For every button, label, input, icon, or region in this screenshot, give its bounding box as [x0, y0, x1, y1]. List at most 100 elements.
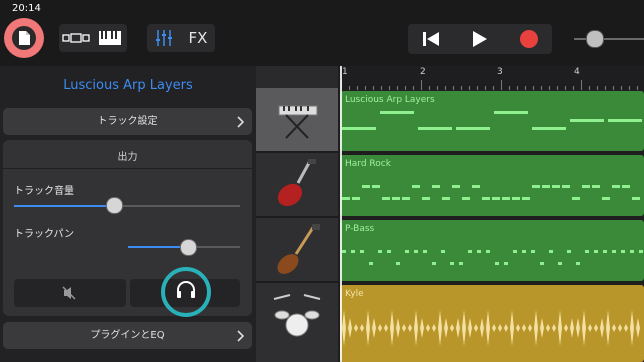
- midi-note: [477, 250, 481, 253]
- midi-note: [558, 262, 562, 265]
- master-volume-knob[interactable]: [586, 30, 604, 48]
- midi-region[interactable]: Hard Rock: [340, 155, 644, 216]
- track-volume-fill: [14, 205, 114, 207]
- midi-note: [567, 250, 571, 253]
- track-header-keyboard[interactable]: [256, 88, 338, 153]
- midi-note: [459, 262, 463, 265]
- midi-note: [378, 250, 382, 253]
- chevron-right-icon: [237, 116, 244, 128]
- midi-note: [630, 250, 634, 253]
- midi-note: [594, 250, 598, 253]
- midi-note: [632, 197, 640, 200]
- midi-note: [639, 250, 643, 253]
- midi-note: [532, 185, 540, 188]
- master-volume-slider[interactable]: [574, 38, 644, 40]
- midi-note: [585, 250, 589, 253]
- bar-number: 2: [420, 67, 426, 77]
- midi-note: [582, 185, 590, 188]
- midi-note: [405, 250, 409, 253]
- midi-note: [549, 250, 553, 253]
- output-section-title: 出力: [117, 152, 138, 163]
- keyboard-icon: [99, 31, 121, 45]
- bar-number: 1: [342, 67, 348, 77]
- midi-note: [423, 250, 427, 253]
- midi-note: [495, 262, 499, 265]
- midi-region[interactable]: P-Bass: [340, 220, 644, 281]
- tracks-view-button[interactable]: [59, 24, 93, 52]
- midi-note: [592, 185, 600, 188]
- midi-note: [540, 262, 544, 265]
- chevron-right-icon: [237, 330, 244, 342]
- midi-note: [414, 250, 418, 253]
- track-name-title: Luscious Arp Layers: [63, 78, 193, 93]
- track-volume-knob[interactable]: [106, 197, 123, 214]
- track-controls-button[interactable]: [147, 24, 181, 52]
- midi-note: [612, 185, 620, 188]
- timeline-ruler[interactable]: 1 2 3 4: [338, 66, 644, 90]
- midi-note: [441, 250, 445, 253]
- midi-note: [492, 197, 500, 200]
- track-header-drums[interactable]: [256, 283, 338, 362]
- highlight-ring: [161, 267, 211, 317]
- region-name: Luscious Arp Layers: [345, 95, 435, 105]
- midi-note: [442, 197, 450, 200]
- track-volume-label: トラック音量: [14, 186, 74, 197]
- midi-region[interactable]: Luscious Arp Layers: [340, 91, 644, 151]
- playhead[interactable]: [340, 66, 342, 362]
- midi-note: [369, 262, 373, 265]
- record-icon: [520, 30, 538, 48]
- midi-note: [392, 197, 400, 200]
- mute-button[interactable]: [14, 279, 126, 307]
- midi-note: [532, 127, 566, 130]
- drum-waveform: [342, 310, 640, 346]
- midi-note: [504, 262, 508, 265]
- drum-kit-icon: [273, 294, 321, 337]
- midi-note: [387, 250, 391, 253]
- my-songs-button[interactable]: [4, 18, 44, 58]
- play-icon: [473, 31, 487, 47]
- plugins-eq-label: プラグインとEQ: [90, 330, 165, 341]
- tracks-view-icon: [62, 33, 90, 43]
- midi-note: [362, 185, 370, 188]
- track-settings-button[interactable]: トラック設定: [3, 108, 252, 135]
- midi-note: [468, 250, 472, 253]
- midi-note: [396, 262, 400, 265]
- midi-note: [422, 197, 430, 200]
- midi-note: [542, 185, 550, 188]
- play-button[interactable]: [456, 24, 502, 54]
- drummer-region[interactable]: Kyle: [340, 285, 644, 362]
- midi-note: [576, 262, 580, 265]
- record-button[interactable]: [506, 24, 552, 54]
- track-settings-label: トラック設定: [97, 116, 158, 127]
- track-header-guitar[interactable]: [256, 153, 338, 218]
- bar-number: 4: [574, 67, 580, 77]
- midi-note: [452, 185, 460, 188]
- region-name: Kyle: [345, 289, 364, 299]
- midi-note: [402, 197, 410, 200]
- midi-note: [412, 185, 420, 188]
- track-header-bass[interactable]: [256, 218, 338, 283]
- go-to-beginning-button[interactable]: [408, 24, 454, 54]
- document-icon: [12, 26, 36, 50]
- midi-note: [612, 250, 616, 253]
- region-name: P-Bass: [345, 224, 375, 234]
- midi-note: [621, 250, 625, 253]
- midi-note: [450, 262, 454, 265]
- skip-back-icon: [423, 32, 439, 46]
- plugins-eq-button[interactable]: プラグインとEQ: [3, 322, 252, 349]
- midi-note: [418, 127, 452, 130]
- midi-note: [562, 185, 570, 188]
- mute-speaker-icon: [62, 286, 76, 300]
- midi-note: [494, 111, 528, 114]
- bass-guitar-icon: [277, 224, 320, 274]
- midi-note: [603, 250, 607, 253]
- keyboard-icon: [278, 105, 318, 139]
- midi-note: [622, 185, 630, 188]
- fx-button[interactable]: FX: [181, 24, 215, 52]
- track-pan-knob[interactable]: [180, 239, 197, 256]
- midi-note: [531, 250, 535, 253]
- midi-note: [372, 185, 380, 188]
- midi-note: [352, 197, 360, 200]
- keyboard-button[interactable]: [93, 24, 127, 52]
- midi-note: [522, 197, 530, 200]
